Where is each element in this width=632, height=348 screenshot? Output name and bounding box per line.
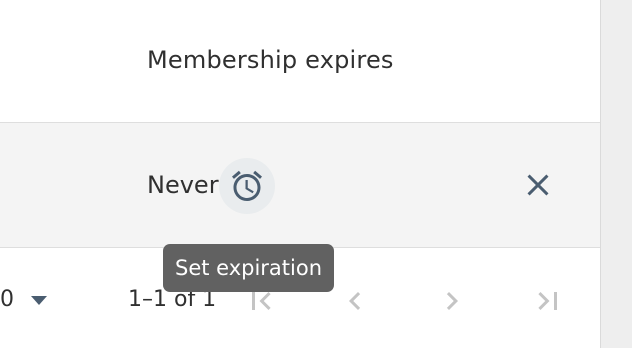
remove-member-button[interactable] [512, 159, 564, 211]
chevron-down-icon[interactable] [31, 296, 47, 305]
chevron-left-icon [349, 292, 361, 310]
last-page-button[interactable] [530, 279, 566, 323]
next-page-button[interactable] [434, 279, 470, 323]
set-expiration-button[interactable] [219, 158, 275, 214]
table-row: Never [0, 123, 600, 248]
scrollbar-track[interactable] [600, 0, 632, 348]
set-expiration-tooltip: Set expiration [163, 244, 334, 292]
column-header-membership-expires: Membership expires [147, 46, 394, 74]
previous-page-button[interactable] [337, 279, 373, 323]
table-header: Membership expires [0, 0, 600, 123]
rows-per-page-value[interactable]: 0 [0, 287, 14, 312]
chevron-right-icon [446, 292, 458, 310]
last-page-icon [538, 292, 557, 310]
members-table: Membership expires Never 0 1–1 of 1 [0, 0, 600, 348]
membership-expires-value: Never [147, 171, 219, 199]
close-icon [527, 174, 549, 196]
alarm-clock-icon [232, 170, 262, 201]
